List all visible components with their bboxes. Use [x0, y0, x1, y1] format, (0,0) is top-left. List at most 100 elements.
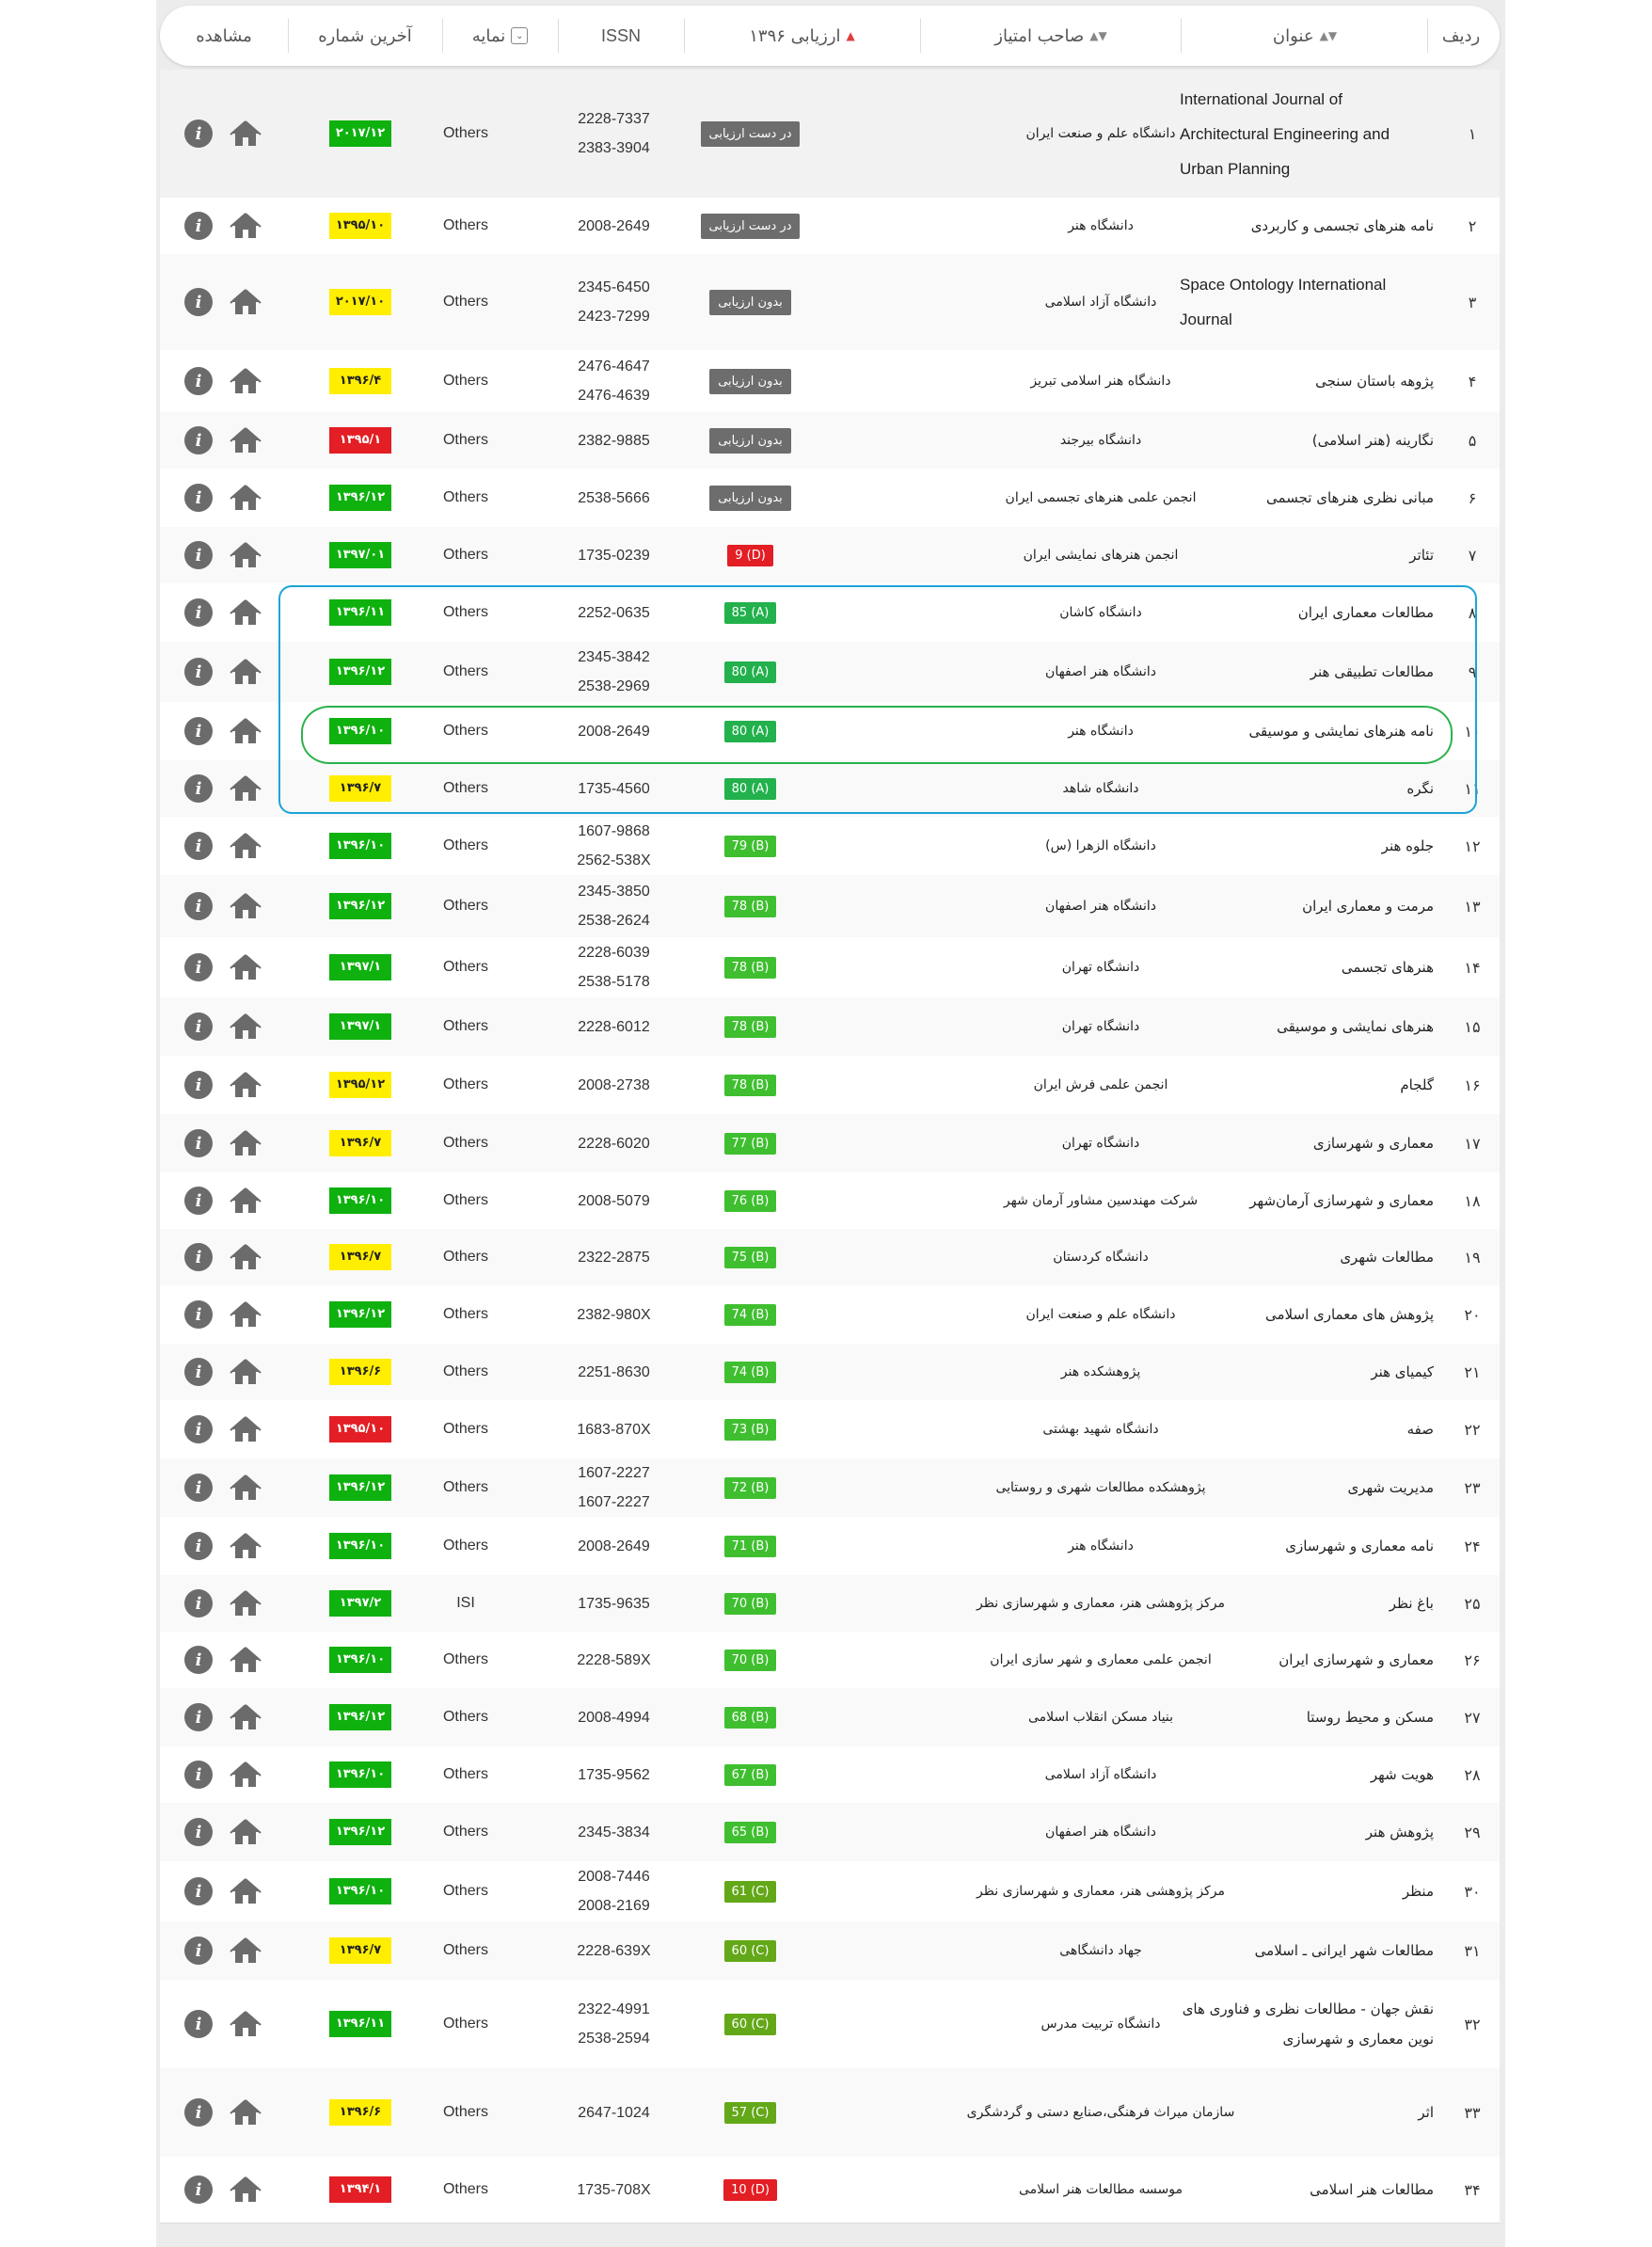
table-row[interactable]: ۲۳ مدیریت شهری پژوهشکده مطالعات شهری و روس…	[160, 1458, 1500, 1518]
table-row[interactable]: ۲۱ کیمیای هنر پژوهشکده هنر 74 (B) 2251-8630 O…	[160, 1344, 1500, 1401]
home-icon[interactable]	[230, 1818, 262, 1846]
table-row[interactable]: ۱ International Journal of Architectural …	[160, 70, 1500, 199]
home-icon[interactable]	[230, 1187, 262, 1215]
info-icon[interactable]: i	[184, 2098, 213, 2127]
home-icon[interactable]	[230, 1936, 262, 1965]
info-icon[interactable]: i	[184, 212, 213, 240]
header-title[interactable]: عنوان ▲▼	[1182, 6, 1428, 66]
home-icon[interactable]	[230, 1532, 262, 1560]
info-icon[interactable]: i	[184, 1071, 213, 1099]
home-icon[interactable]	[230, 832, 262, 860]
home-icon[interactable]	[230, 1012, 262, 1041]
home-icon[interactable]	[230, 953, 262, 981]
info-icon[interactable]: i	[184, 1187, 213, 1215]
home-icon[interactable]	[230, 1646, 262, 1674]
info-icon[interactable]: i	[184, 1358, 213, 1386]
table-row[interactable]: ۹ مطالعات تطبیقی هنر دانشگاه هنر اصفهان 80 …	[160, 642, 1500, 703]
sort-asc-icon[interactable]: ▲	[847, 29, 855, 42]
home-icon[interactable]	[230, 598, 262, 627]
table-row[interactable]: ۸ مطالعات معماری ایران دانشگاه کاشان 85 (A)…	[160, 583, 1500, 643]
home-icon[interactable]	[230, 892, 262, 920]
table-row[interactable]: ۱۵ هنرهای نمایشی و موسیقی دانشگاه تهران 78 …	[160, 997, 1500, 1057]
info-icon[interactable]: i	[184, 1818, 213, 1846]
table-row[interactable]: ۲۴ نامه معماری و شهرسازی دانشگاه هنر 71 (B)…	[160, 1517, 1500, 1576]
home-icon[interactable]	[230, 367, 262, 395]
info-icon[interactable]: i	[184, 1761, 213, 1789]
info-icon[interactable]: i	[184, 2010, 213, 2038]
info-icon[interactable]: i	[184, 541, 213, 569]
info-icon[interactable]: i	[184, 658, 213, 686]
home-icon[interactable]	[230, 774, 262, 803]
table-row[interactable]: ۲۹ پژوهش هنر دانشگاه هنر اصفهان 65 (B) 2345-…	[160, 1803, 1500, 1862]
table-row[interactable]: ۵ نگارینه (هنر اسلامی) دانشگاه بیرجند بدون …	[160, 412, 1500, 470]
home-icon[interactable]	[230, 120, 262, 148]
filter-icon[interactable]: ⌄	[511, 27, 529, 44]
table-row[interactable]: ۱۱ نگره دانشگاه شاهد 80 (A) 1735-4560 Others ۱…	[160, 760, 1500, 818]
home-icon[interactable]	[230, 484, 262, 512]
home-icon[interactable]	[230, 1877, 262, 1905]
info-icon[interactable]: i	[184, 1415, 213, 1443]
home-icon[interactable]	[230, 717, 262, 745]
info-icon[interactable]: i	[184, 717, 213, 745]
table-row[interactable]: ۶ مبانی نظری هنرهای تجسمی انجمن علمی هنرها…	[160, 469, 1500, 528]
info-icon[interactable]: i	[184, 426, 213, 454]
info-icon[interactable]: i	[184, 1300, 213, 1329]
table-row[interactable]: ۱۴ هنرهای تجسمی دانشگاه تهران 78 (B) 2228-60…	[160, 937, 1500, 998]
info-icon[interactable]: i	[184, 1936, 213, 1965]
home-icon[interactable]	[230, 2010, 262, 2038]
info-icon[interactable]: i	[184, 367, 213, 395]
table-row[interactable]: ۳۲ نقش جهان - مطالعات نظری و فناوری های ن…	[160, 1980, 1500, 2069]
info-icon[interactable]: i	[184, 892, 213, 920]
header-index[interactable]: نمایه ⌄	[442, 6, 558, 66]
header-last-issue[interactable]: آخرین شماره	[288, 6, 442, 66]
home-icon[interactable]	[230, 1358, 262, 1386]
table-row[interactable]: ۳۴ مطالعات هنر اسلامی موسسه مطالعات هنر اس…	[160, 2157, 1500, 2223]
table-row[interactable]: ۴ پژوهه باستان سنجی دانشگاه هنر اسلامی تبر…	[160, 350, 1500, 413]
header-eval[interactable]: ارزیابی ۱۳۹۶ ▲	[684, 6, 920, 66]
home-icon[interactable]	[230, 2175, 262, 2204]
table-row[interactable]: ۱۹ مطالعات شهری دانشگاه کردستان 75 (B) 2322-…	[160, 1229, 1500, 1286]
info-icon[interactable]: i	[184, 832, 213, 860]
table-row[interactable]: ۷ تئاتر انجمن هنرهای نمایشی ایران 9 (D) 1735…	[160, 527, 1500, 584]
home-icon[interactable]	[230, 1703, 262, 1731]
home-icon[interactable]	[230, 1474, 262, 1502]
home-icon[interactable]	[230, 2098, 262, 2127]
info-icon[interactable]: i	[184, 1532, 213, 1560]
info-icon[interactable]: i	[184, 2175, 213, 2204]
sort-icon[interactable]: ▲▼	[1089, 29, 1106, 42]
info-icon[interactable]: i	[184, 1877, 213, 1905]
table-row[interactable]: ۱۲ جلوه هنر دانشگاه الزهرا (س) 79 (B) 1607-9…	[160, 817, 1500, 876]
table-row[interactable]: ۱۰ نامه هنرهای نمایشی و موسیقی دانشگاه هنر…	[160, 702, 1500, 761]
home-icon[interactable]	[230, 1415, 262, 1443]
info-icon[interactable]: i	[184, 953, 213, 981]
home-icon[interactable]	[230, 288, 262, 316]
table-row[interactable]: ۲۸ هویت شهر دانشگاه آزاد اسلامی 67 (B) 1735-…	[160, 1746, 1500, 1804]
table-row[interactable]: ۲۵ باغ نظر مرکز پژوهشی هنر، معماری و شهرسا…	[160, 1575, 1500, 1633]
home-icon[interactable]	[230, 541, 262, 569]
home-icon[interactable]	[230, 426, 262, 454]
info-icon[interactable]: i	[184, 1589, 213, 1618]
home-icon[interactable]	[230, 1129, 262, 1157]
home-icon[interactable]	[230, 1761, 262, 1789]
info-icon[interactable]: i	[184, 1129, 213, 1157]
sort-icon[interactable]: ▲▼	[1320, 29, 1337, 42]
table-row[interactable]: ۲ نامه هنرهای تجسمی و کاربردی دانشگاه هنر د…	[160, 198, 1500, 255]
home-icon[interactable]	[230, 1071, 262, 1099]
info-icon[interactable]: i	[184, 484, 213, 512]
header-publisher[interactable]: صاحب امتیاز ▲▼	[920, 6, 1182, 66]
home-icon[interactable]	[230, 1243, 262, 1271]
info-icon[interactable]: i	[184, 288, 213, 316]
table-row[interactable]: ۱۳ مرمت و معماری ایران دانشگاه هنر اصفهان 7…	[160, 875, 1500, 938]
header-num[interactable]: ردیف	[1428, 6, 1494, 66]
table-row[interactable]: ۱۸ معماری و شهرسازی آرمان‌شهر شرکت مهندسین…	[160, 1172, 1500, 1230]
home-icon[interactable]	[230, 1589, 262, 1618]
info-icon[interactable]: i	[184, 120, 213, 148]
table-row[interactable]: ۳ Space Ontology International Journal دان…	[160, 254, 1500, 351]
table-row[interactable]: ۲۲ صفه دانشگاه شهید بهشتی 73 (B) 1683-870X Ot…	[160, 1400, 1500, 1459]
table-row[interactable]: ۲۰ پژوهش های معماری اسلامی دانشگاه علم و ص…	[160, 1285, 1500, 1345]
info-icon[interactable]: i	[184, 1012, 213, 1041]
info-icon[interactable]: i	[184, 1703, 213, 1731]
home-icon[interactable]	[230, 658, 262, 686]
header-issn[interactable]: ISSN	[558, 6, 684, 66]
info-icon[interactable]: i	[184, 774, 213, 803]
